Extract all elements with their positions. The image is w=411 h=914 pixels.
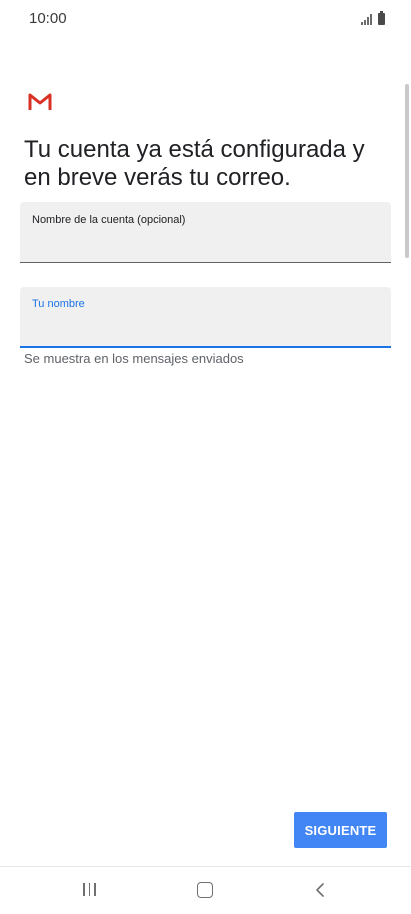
- battery-icon: [378, 11, 385, 25]
- recents-icon[interactable]: [83, 883, 96, 896]
- navigation-bar: [0, 866, 411, 914]
- status-bar: 10:00: [0, 0, 411, 36]
- back-icon[interactable]: [313, 882, 327, 898]
- next-button[interactable]: SIGUIENTE: [294, 812, 387, 848]
- your-name-input[interactable]: [32, 315, 372, 339]
- account-name-label: Nombre de la cuenta (opcional): [32, 214, 186, 226]
- your-name-field[interactable]: Tu nombre: [20, 287, 391, 348]
- signal-icon: [361, 13, 372, 25]
- home-icon[interactable]: [197, 882, 213, 898]
- your-name-label: Tu nombre: [32, 298, 85, 310]
- account-name-field[interactable]: Nombre de la cuenta (opcional): [20, 202, 391, 263]
- screen: 10:00 Tu cuenta ya está configurada y en…: [0, 0, 411, 914]
- account-name-input[interactable]: [32, 230, 372, 254]
- your-name-helper-text: Se muestra en los mensajes enviados: [24, 351, 244, 366]
- gmail-logo-icon: [28, 93, 52, 110]
- page-title: Tu cuenta ya está configurada y en breve…: [24, 136, 365, 191]
- scroll-indicator[interactable]: [405, 84, 409, 258]
- status-icons: [361, 9, 385, 25]
- status-time: 10:00: [29, 10, 67, 27]
